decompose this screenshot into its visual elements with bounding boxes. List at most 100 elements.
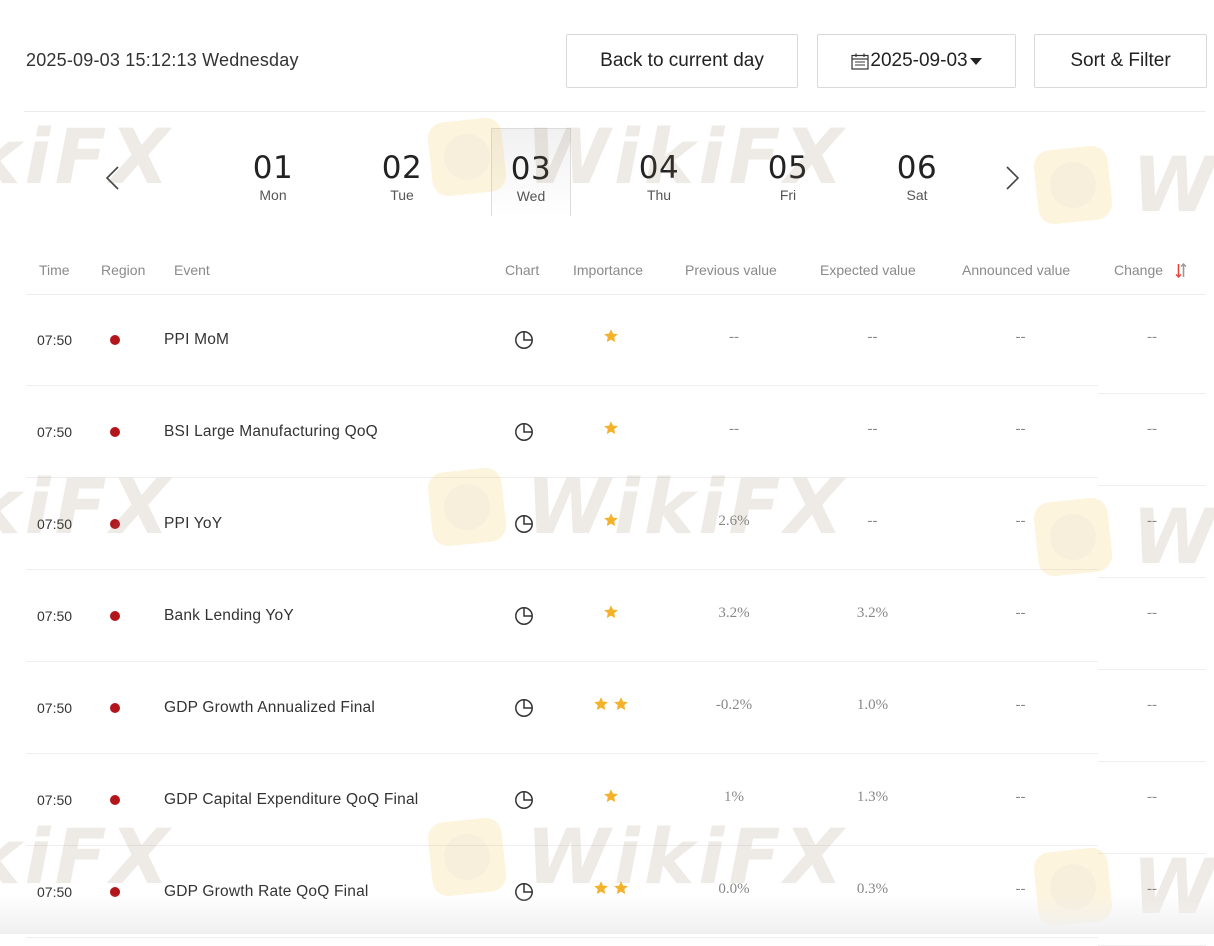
watermark: kiFX (0, 112, 174, 201)
pie-chart-icon[interactable] (514, 698, 534, 718)
previous-value: 2.6% (718, 512, 750, 529)
event-time: 07:50 (37, 424, 73, 440)
sort-filter-label: Sort & Filter (1070, 50, 1171, 71)
header-event: Event (174, 262, 210, 278)
chart-cell[interactable] (513, 294, 535, 386)
day-tab-tue[interactable]: 02 Tue (362, 128, 442, 216)
pie-chart-icon[interactable] (514, 422, 534, 442)
table-header: Time Region Event Chart Importance Previ… (0, 262, 1214, 280)
sort-icon[interactable] (1175, 263, 1187, 278)
expected-value: 0.3% (856, 880, 889, 897)
day-weekday: Mon (259, 187, 287, 203)
chevron-left-icon[interactable] (99, 163, 127, 193)
star-icon (594, 697, 608, 710)
japan-flag-icon (104, 792, 126, 808)
announced-value: -- (1015, 696, 1026, 713)
back-to-current-day-button[interactable]: Back to current day (566, 34, 798, 88)
day-weekday: Wed (516, 188, 546, 204)
pie-chart-icon[interactable] (514, 882, 534, 902)
day-weekday: Fri (779, 187, 797, 203)
importance-stars (572, 842, 650, 934)
day-number: 01 (252, 150, 294, 186)
header-divider (24, 111, 1206, 112)
announced-value: -- (1015, 420, 1026, 437)
row-divider (26, 937, 1098, 938)
chart-cell[interactable] (513, 846, 535, 938)
pie-chart-icon[interactable] (514, 514, 534, 534)
day-tab-thu[interactable]: 04 Thu (619, 128, 699, 216)
day-tab-wed[interactable]: 03 Wed (491, 128, 571, 216)
change-value: -- (1147, 420, 1157, 437)
announced-value: -- (1015, 328, 1026, 345)
chart-cell[interactable] (513, 478, 535, 570)
pie-chart-icon[interactable] (514, 790, 534, 810)
header-region: Region (101, 262, 146, 278)
region-cell (104, 754, 126, 846)
day-tab-sat[interactable]: 06 Sat (877, 128, 957, 216)
day-tab-mon[interactable]: 01 Mon (233, 128, 313, 216)
importance-stars (572, 566, 650, 658)
chart-cell[interactable] (513, 662, 535, 754)
table-row[interactable]: 07:50 PPI MoM -- -- -- -- (0, 294, 1214, 394)
header-change: Change (1114, 262, 1164, 278)
change-value: -- (1147, 328, 1157, 345)
japan-flag-icon (104, 516, 126, 532)
event-time: 07:50 (37, 884, 73, 900)
event-time: 07:50 (37, 792, 73, 808)
star-icon (604, 421, 618, 434)
star-icon (604, 789, 618, 802)
change-value: -- (1147, 788, 1157, 805)
calendar-icon (851, 53, 869, 70)
region-cell (104, 294, 126, 386)
chart-cell[interactable] (513, 386, 535, 478)
star-icon (614, 697, 628, 710)
table-row[interactable]: 07:50 PPI YoY 2.6% -- -- -- (0, 478, 1214, 578)
change-value: -- (1147, 880, 1157, 897)
day-number: 05 (767, 150, 809, 186)
chevron-down-icon (969, 57, 982, 65)
change-value: -- (1147, 696, 1157, 713)
table-row[interactable]: 07:50 GDP Capital Expenditure QoQ Final … (0, 754, 1214, 854)
previous-value: 3.2% (718, 604, 750, 621)
event-name[interactable]: BSI Large Manufacturing QoQ (164, 386, 378, 478)
day-number: 02 (381, 150, 423, 186)
region-cell (104, 386, 126, 478)
importance-stars (572, 750, 650, 842)
header-importance: Importance (573, 262, 644, 278)
previous-value: -- (729, 328, 739, 345)
day-weekday: Sat (906, 187, 928, 203)
japan-flag-icon (104, 608, 126, 624)
event-name[interactable]: PPI MoM (164, 294, 229, 386)
expected-value: 3.2% (856, 604, 889, 621)
day-number: 03 (510, 151, 552, 187)
back-button-label: Back to current day (600, 50, 764, 71)
day-tab-fri[interactable]: 05 Fri (748, 128, 828, 216)
change-value: -- (1147, 604, 1157, 621)
pie-chart-icon[interactable] (514, 330, 534, 350)
event-name[interactable]: GDP Growth Annualized Final (164, 662, 375, 754)
importance-stars (572, 290, 650, 382)
sort-filter-button[interactable]: Sort & Filter (1034, 34, 1207, 88)
watermark: Wi (1032, 140, 1214, 229)
table-row[interactable]: 07:50 BSI Large Manufacturing QoQ -- -- … (0, 386, 1214, 486)
expected-value: -- (867, 420, 878, 437)
announced-value: -- (1015, 788, 1026, 805)
header-previous-value: Previous value (685, 262, 777, 278)
star-icon (594, 881, 608, 894)
table-row[interactable]: 07:50 GDP Growth Rate QoQ Final 0.0% 0.3… (0, 846, 1214, 946)
chart-cell[interactable] (513, 754, 535, 846)
event-name[interactable]: PPI YoY (164, 478, 222, 570)
event-name[interactable]: GDP Growth Rate QoQ Final (164, 846, 369, 938)
pie-chart-icon[interactable] (514, 606, 534, 626)
chevron-right-icon[interactable] (998, 163, 1026, 193)
event-name[interactable]: Bank Lending YoY (164, 570, 294, 662)
day-number: 04 (638, 150, 680, 186)
event-name[interactable]: GDP Capital Expenditure QoQ Final (164, 754, 418, 846)
previous-value: -0.2% (715, 696, 753, 713)
date-picker-button[interactable]: 2025-09-03 (817, 34, 1016, 88)
chart-cell[interactable] (513, 570, 535, 662)
announced-value: -- (1015, 512, 1026, 529)
table-row[interactable]: 07:50 Bank Lending YoY 3.2% 3.2% -- -- (0, 570, 1214, 670)
event-time: 07:50 (37, 700, 73, 716)
table-row[interactable]: 07:50 GDP Growth Annualized Final -0.2% … (0, 662, 1214, 762)
